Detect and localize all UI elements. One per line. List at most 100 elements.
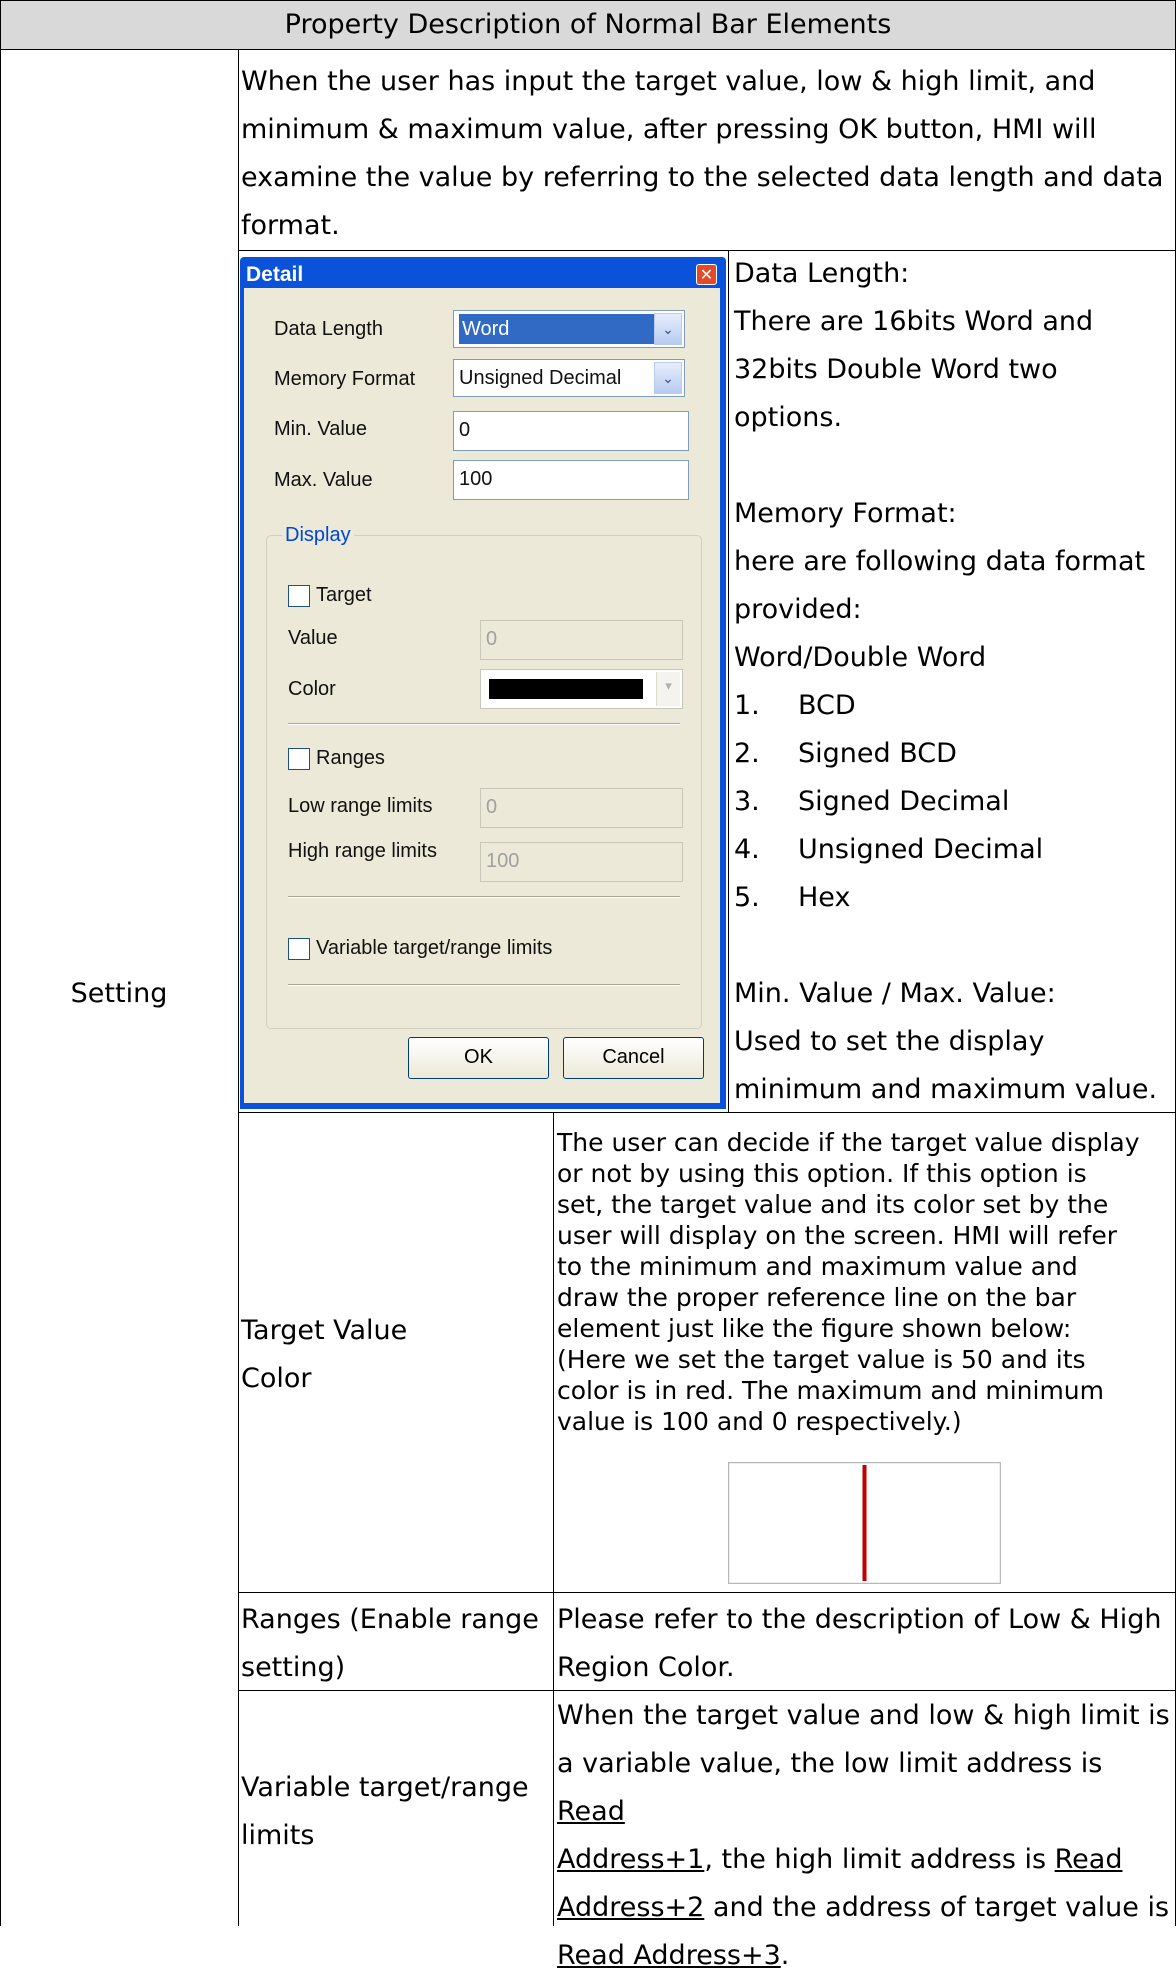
column-divider-2 (553, 1112, 554, 1926)
color-label: Color (288, 678, 336, 700)
desc-line: or not by using this option. If this opt… (557, 1159, 1087, 1188)
ranges-checkbox[interactable] (288, 748, 310, 770)
format-item: 3. Signed Decimal (734, 778, 1174, 826)
minmax-heading: Min. Value / Max. Value: (734, 978, 1056, 1009)
desc-line: a variable value, the low limit address … (557, 1740, 1175, 1836)
note-line: provided: (734, 594, 862, 625)
target-label: Target (316, 584, 372, 606)
target-value-input[interactable]: 0 (480, 620, 683, 660)
note-line: There are 16bits Word and (734, 306, 1094, 337)
chevron-down-icon[interactable]: ▾ (656, 672, 680, 706)
format-num: 3. (734, 786, 760, 817)
note-line: Used to set the display (734, 1026, 1045, 1057)
label-line: Target Value (241, 1315, 408, 1346)
intro-line: examine the value by referring to the se… (241, 162, 1164, 193)
format-name: Hex (798, 882, 851, 913)
variable-row-label: Variable target/range limits (241, 1764, 551, 1860)
intro-line: When the user has input the target value… (241, 66, 1096, 97)
desc-line: The user can decide if the target value … (557, 1128, 1140, 1157)
read-address-link: Read (557, 1796, 625, 1827)
color-swatch (489, 679, 643, 699)
desc-line: Address+2 and the address of target valu… (557, 1884, 1175, 1932)
dialog-title: Detail (246, 263, 304, 286)
label-line: Ranges (Enable range (241, 1604, 539, 1635)
format-name: Signed Decimal (798, 786, 1010, 817)
note-line: 32bits Double Word two (734, 354, 1058, 385)
desc-line: Please refer to the description of Low &… (557, 1604, 1162, 1635)
format-num: 4. (734, 834, 760, 865)
variable-checkbox[interactable] (288, 938, 310, 960)
separator (288, 896, 680, 898)
note-line: here are following data format (734, 546, 1146, 577)
max-value-label: Max. Value (274, 469, 373, 491)
separator (288, 984, 680, 986)
chevron-down-icon[interactable]: ⌄ (654, 313, 682, 345)
desc-line: user will display on the screen. HMI wil… (557, 1221, 1117, 1250)
data-length-select[interactable]: Word ⌄ (453, 310, 685, 348)
read-address-link: Address+2 (557, 1892, 705, 1923)
data-length-label: Data Length (274, 318, 383, 340)
memory-format-label: Memory Format (274, 368, 416, 390)
desc-text: , the high limit address is (704, 1844, 1055, 1875)
separator (288, 723, 680, 725)
desc-line: set, the target value and its color set … (557, 1190, 1109, 1219)
ok-button[interactable]: OK (408, 1037, 549, 1079)
format-name: Signed BCD (798, 738, 957, 769)
label-line: setting) (241, 1652, 346, 1683)
read-address-link: Read (1054, 1844, 1123, 1875)
format-item: 2. Signed BCD (734, 730, 1174, 778)
min-value-input[interactable]: 0 (453, 411, 689, 451)
row-divider-target (238, 1592, 1176, 1593)
low-range-input[interactable]: 0 (480, 788, 683, 828)
label-line: limits (241, 1820, 315, 1851)
label-line: Color (241, 1363, 312, 1394)
format-name: BCD (798, 690, 856, 721)
desc-line: color is in red. The maximum and minimum (557, 1376, 1105, 1405)
color-picker[interactable]: ▾ (480, 669, 683, 709)
ranges-row-description: Please refer to the description of Low &… (557, 1596, 1175, 1692)
cancel-button[interactable]: Cancel (563, 1037, 704, 1079)
desc-line: draw the proper reference line on the ba… (557, 1283, 1077, 1312)
column-divider-dialog (728, 250, 729, 1112)
desc-line: to the minimum and maximum value and (557, 1252, 1078, 1281)
desc-text: . (780, 1940, 790, 1971)
low-range-label: Low range limits (288, 795, 433, 817)
high-range-label: High range limits (288, 840, 437, 862)
target-checkbox[interactable] (288, 585, 310, 607)
format-name: Unsigned Decimal (798, 834, 1044, 865)
format-item: 4. Unsigned Decimal (734, 826, 1174, 874)
memory-format-select[interactable]: Unsigned Decimal ⌄ (453, 359, 685, 397)
format-num: 2. (734, 738, 760, 769)
note-line: minimum and maximum value. (734, 1074, 1158, 1105)
intro-line: minimum & maximum value, after pressing … (241, 114, 1097, 145)
desc-line: element just like the figure shown below… (557, 1314, 1072, 1343)
data-length-value: Word (459, 314, 660, 344)
desc-line: Address+1, the high limit address is Rea… (557, 1836, 1175, 1884)
target-example-bar (728, 1462, 1001, 1584)
column-divider-1 (238, 50, 239, 1926)
desc-line: When the target value and low & high lim… (557, 1700, 1170, 1731)
memory-format-value: Unsigned Decimal (459, 367, 622, 389)
intro-paragraph: When the user has input the target value… (241, 58, 1171, 250)
max-value-input[interactable]: 100 (453, 460, 689, 500)
close-icon[interactable]: ✕ (696, 264, 717, 285)
intro-line: format. (241, 210, 340, 241)
ranges-row-label: Ranges (Enable range setting) (241, 1596, 551, 1692)
high-range-input[interactable]: 100 (480, 842, 683, 882)
value-label: Value (288, 627, 338, 649)
display-group-label: Display (282, 524, 354, 547)
dialog-body: Data Length Word ⌄ Memory Format Unsigne… (244, 288, 720, 1103)
memory-format-heading: Memory Format: (734, 498, 957, 529)
detail-dialog: Detail ✕ Data Length Word ⌄ Memory Forma… (240, 257, 726, 1109)
min-value-label: Min. Value (274, 418, 368, 440)
target-row-description: The user can decide if the target value … (557, 1127, 1175, 1437)
read-address-link: Read Address+3 (557, 1940, 781, 1971)
chevron-down-icon[interactable]: ⌄ (654, 362, 682, 394)
desc-line: value is 100 and 0 respectively.) (557, 1407, 962, 1436)
desc-line: Read Address+3. (557, 1932, 1175, 1980)
note-line: options. (734, 402, 843, 433)
section-label-setting: Setting (70, 978, 168, 1009)
formats-group: Word/Double Word (734, 642, 987, 673)
data-length-heading: Data Length: (734, 258, 910, 289)
